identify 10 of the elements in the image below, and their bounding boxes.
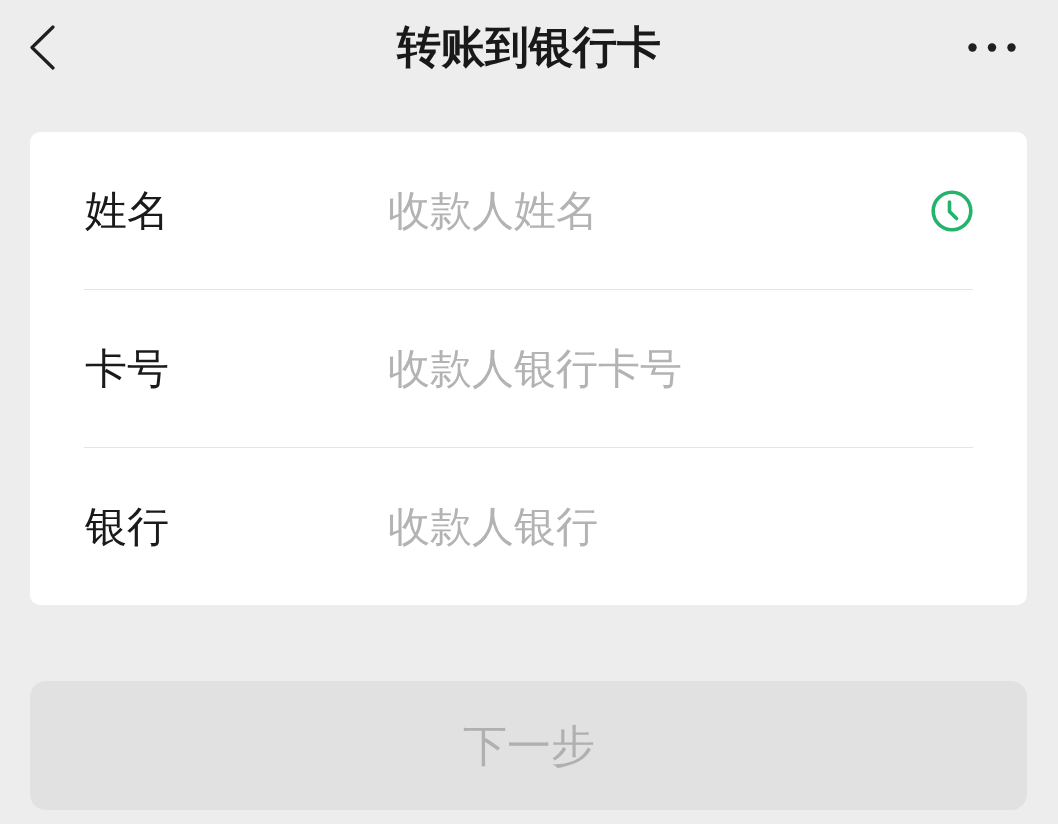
input-field[interactable]: 收款人银行 — [388, 498, 973, 555]
clock-icon[interactable] — [931, 189, 973, 232]
input-field[interactable]: 收款人姓名 — [388, 182, 921, 239]
page-title: 转账到银行卡 — [397, 21, 661, 73]
field-label: 卡号 — [85, 343, 170, 394]
more-icon[interactable] — [968, 42, 1016, 52]
field-label: 姓名 — [85, 185, 170, 236]
back-icon[interactable] — [29, 24, 56, 70]
field-label: 银行 — [85, 501, 170, 552]
input-field[interactable]: 收款人银行卡号 — [388, 340, 973, 397]
